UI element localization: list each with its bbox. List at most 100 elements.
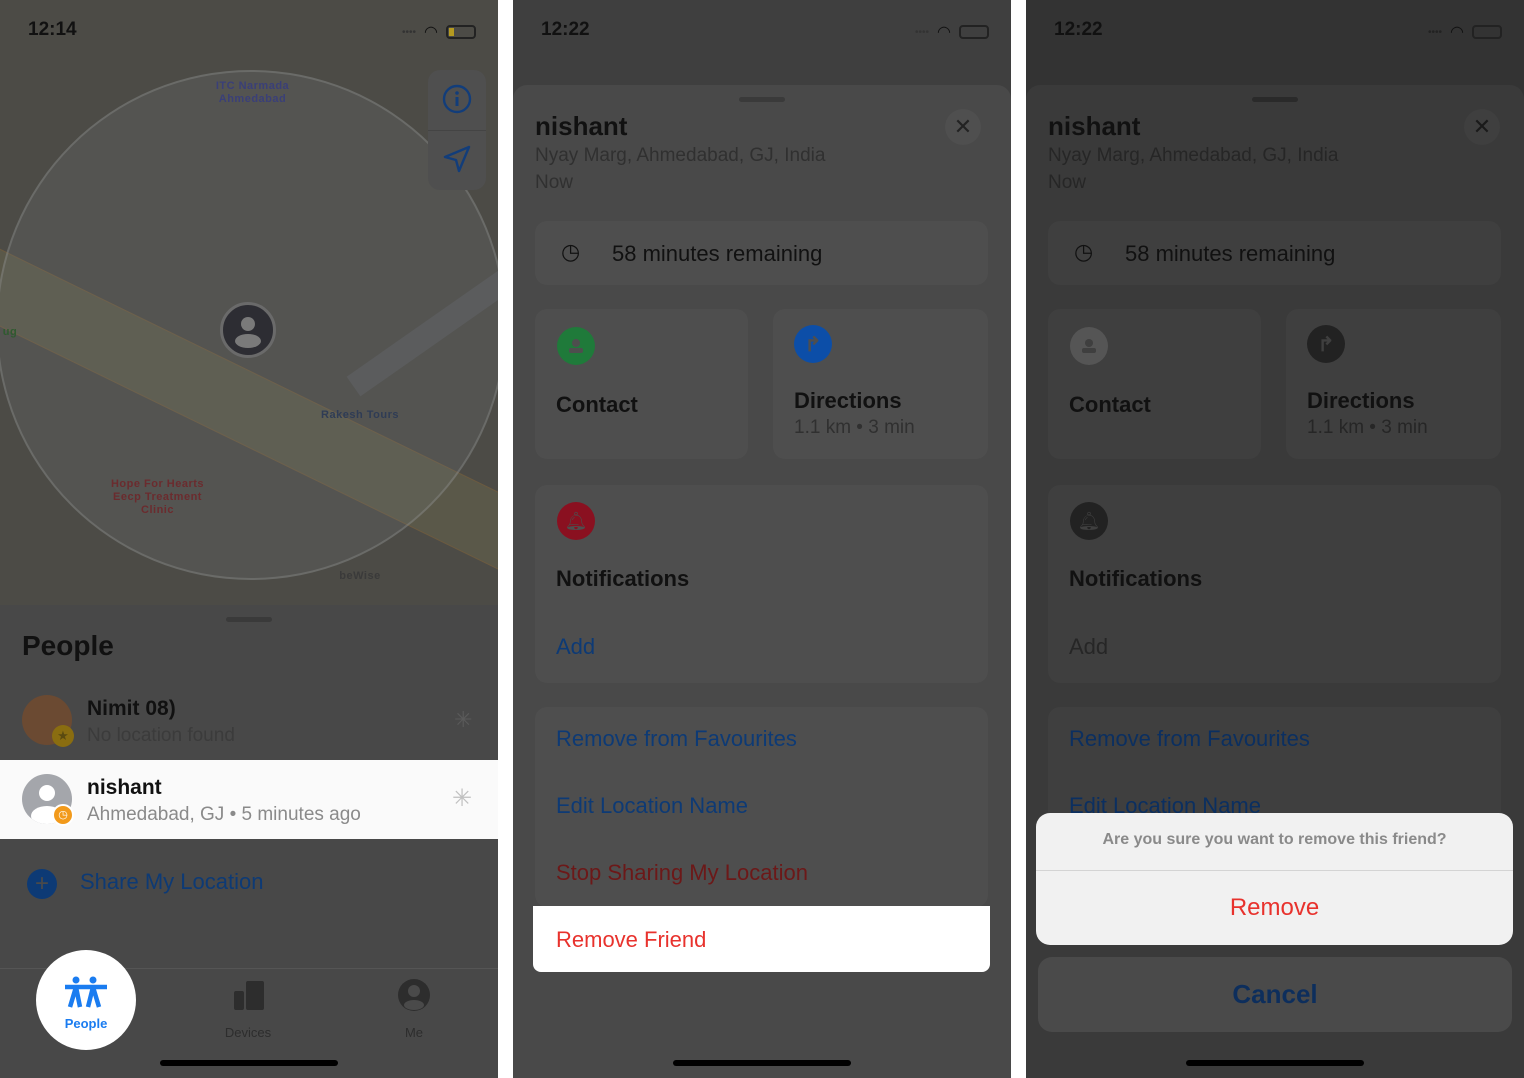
time-remaining-row: ◷ 58 minutes remaining: [1048, 221, 1501, 285]
confirm-alert: Are you sure you want to remove this fri…: [1036, 813, 1513, 945]
edit-location-name[interactable]: Edit Location Name: [556, 793, 748, 819]
poi-itc-narmada[interactable]: ITC Narmada Ahmedabad: [195, 80, 310, 106]
poi-bewise[interactable]: beWise: [330, 570, 390, 583]
people-icon: [65, 976, 107, 1008]
status-icons: •••• ◠: [1428, 22, 1502, 42]
status-time: 12:22: [1054, 19, 1103, 40]
bell-icon: 🔔︎: [1070, 502, 1108, 540]
add-notification-link[interactable]: Add: [1069, 634, 1108, 660]
status-time: 12:14: [28, 19, 77, 40]
tab-label: Me: [404, 1025, 424, 1040]
friend-address: Nyay Marg, Ahmedabad, GJ, India: [1048, 145, 1339, 166]
battery-icon: [1472, 25, 1502, 39]
sheet-grabber[interactable]: [1252, 97, 1298, 102]
directions-button[interactable]: ↱ Directions 1.1 km • 3 min: [1286, 309, 1501, 459]
remove-friend-confirm-screen: 12:22 •••• ◠ nishant Nyay Marg, Ahmedabad…: [1026, 0, 1524, 1078]
time-remaining-row: ◷ 58 minutes remaining: [535, 221, 988, 285]
home-indicator: [160, 1060, 338, 1066]
status-icons: •••• ◠: [402, 22, 476, 42]
timer-icon: ◷: [561, 239, 581, 264]
person-location: No location found: [87, 725, 235, 746]
notifications-label: Notifications: [1069, 566, 1203, 591]
time-remaining: 58 minutes remaining: [1125, 241, 1336, 266]
status-time: 12:22: [541, 19, 590, 40]
contact-label: Contact: [1069, 392, 1151, 417]
map-view[interactable]: ITC Narmada Ahmedabad Rakesh Tours Hope …: [0, 0, 498, 605]
timer-icon: ◷: [1074, 239, 1094, 264]
directions-distance: 1.1 km • 3 min: [1307, 417, 1428, 438]
friend-detail-screen: 12:22 •••• ◠ nishant Nyay Marg, Ahmedabad…: [513, 0, 1011, 1078]
tab-me[interactable]: Me: [374, 979, 454, 1040]
contact-icon: [1070, 327, 1108, 365]
add-notification-link[interactable]: Add: [556, 634, 595, 660]
loading-spinner-icon: ✳: [452, 785, 473, 812]
timer-badge-icon: ◷: [52, 804, 74, 826]
contact-icon: [557, 327, 595, 365]
friend-map-pin[interactable]: [220, 302, 276, 358]
contact-label: Contact: [556, 392, 638, 417]
sheet-title: People: [22, 630, 114, 661]
notifications-card: 🔔︎ Notifications Add: [1048, 485, 1501, 683]
friend-name: nishant: [1048, 111, 1141, 141]
plus-icon: +: [27, 869, 57, 899]
sheet-grabber[interactable]: [226, 617, 272, 622]
stop-sharing-location[interactable]: Stop Sharing My Location: [556, 860, 808, 886]
notifications-card: 🔔︎ Notifications Add: [535, 485, 988, 683]
people-list-screen: ITC Narmada Ahmedabad Rakesh Tours Hope …: [0, 0, 498, 1078]
bell-icon: 🔔︎: [557, 502, 595, 540]
remove-from-favourites[interactable]: Remove from Favourites: [556, 726, 797, 752]
close-button[interactable]: ✕: [1464, 109, 1500, 145]
devices-icon: [234, 981, 264, 1010]
poi-hope-for-hearts[interactable]: Hope For Hearts Eecp Treatment Clinic: [100, 478, 215, 517]
time-remaining: 58 minutes remaining: [612, 241, 823, 266]
friend-name: nishant: [535, 111, 628, 141]
share-label: Share My Location: [80, 869, 264, 894]
alert-message: Are you sure you want to remove this fri…: [1102, 831, 1447, 848]
home-indicator: [1186, 1060, 1364, 1066]
remove-button[interactable]: Remove: [1036, 871, 1513, 945]
tab-devices[interactable]: Devices: [208, 979, 288, 1040]
notifications-label: Notifications: [556, 566, 690, 591]
remove-friend-label: Remove Friend: [556, 927, 707, 952]
last-updated: Now: [535, 172, 574, 193]
person-row-nimit[interactable]: ★ Nimit 08) No location found ✳: [0, 685, 498, 759]
remove-from-favourites[interactable]: Remove from Favourites: [1069, 726, 1310, 752]
directions-distance: 1.1 km • 3 min: [794, 417, 915, 438]
favourite-star-icon: ★: [52, 725, 74, 747]
sheet-grabber[interactable]: [739, 97, 785, 102]
me-icon: [398, 979, 430, 1011]
poi-partial: ug: [2, 326, 18, 338]
person-name: Nimit 08): [87, 697, 176, 720]
cancel-button[interactable]: Cancel: [1038, 957, 1512, 1032]
map-controls: [428, 70, 486, 190]
wifi-icon: ◠: [937, 24, 951, 41]
battery-icon: [446, 25, 476, 39]
status-icons: •••• ◠: [915, 22, 989, 42]
detail-sheet: nishant Nyay Marg, Ahmedabad, GJ, India …: [513, 85, 1011, 1078]
friend-address: Nyay Marg, Ahmedabad, GJ, India: [535, 145, 826, 166]
person-location: Ahmedabad, GJ • 5 minutes ago: [87, 804, 361, 825]
contact-button[interactable]: Contact: [535, 309, 748, 459]
tab-label: Devices: [224, 1025, 272, 1040]
close-button[interactable]: ✕: [945, 109, 981, 145]
poi-rakesh-tours[interactable]: Rakesh Tours: [310, 409, 410, 422]
directions-icon: ↱: [1307, 325, 1345, 363]
contact-button[interactable]: Contact: [1048, 309, 1261, 459]
last-updated: Now: [1048, 172, 1087, 193]
actions-card: Remove from Favourites Edit Location Nam…: [535, 707, 988, 907]
share-my-location-button[interactable]: + Share My Location: [0, 860, 300, 906]
tab-people[interactable]: People: [36, 950, 136, 1050]
wifi-icon: ◠: [1450, 24, 1464, 41]
directions-label: Directions: [1307, 388, 1415, 413]
home-indicator: [673, 1060, 851, 1066]
person-row-nishant[interactable]: ◷ nishant Ahmedabad, GJ • 5 minutes ago …: [0, 760, 498, 839]
wifi-icon: ◠: [424, 24, 438, 41]
tab-label: People: [64, 1016, 108, 1031]
info-icon[interactable]: [442, 84, 472, 119]
battery-icon: [959, 25, 989, 39]
directions-button[interactable]: ↱ Directions 1.1 km • 3 min: [773, 309, 988, 459]
location-arrow-icon[interactable]: [442, 144, 472, 179]
remove-friend-button[interactable]: Remove Friend: [533, 906, 990, 972]
person-icon: [235, 317, 261, 348]
loading-spinner-icon: ✳: [454, 707, 473, 732]
